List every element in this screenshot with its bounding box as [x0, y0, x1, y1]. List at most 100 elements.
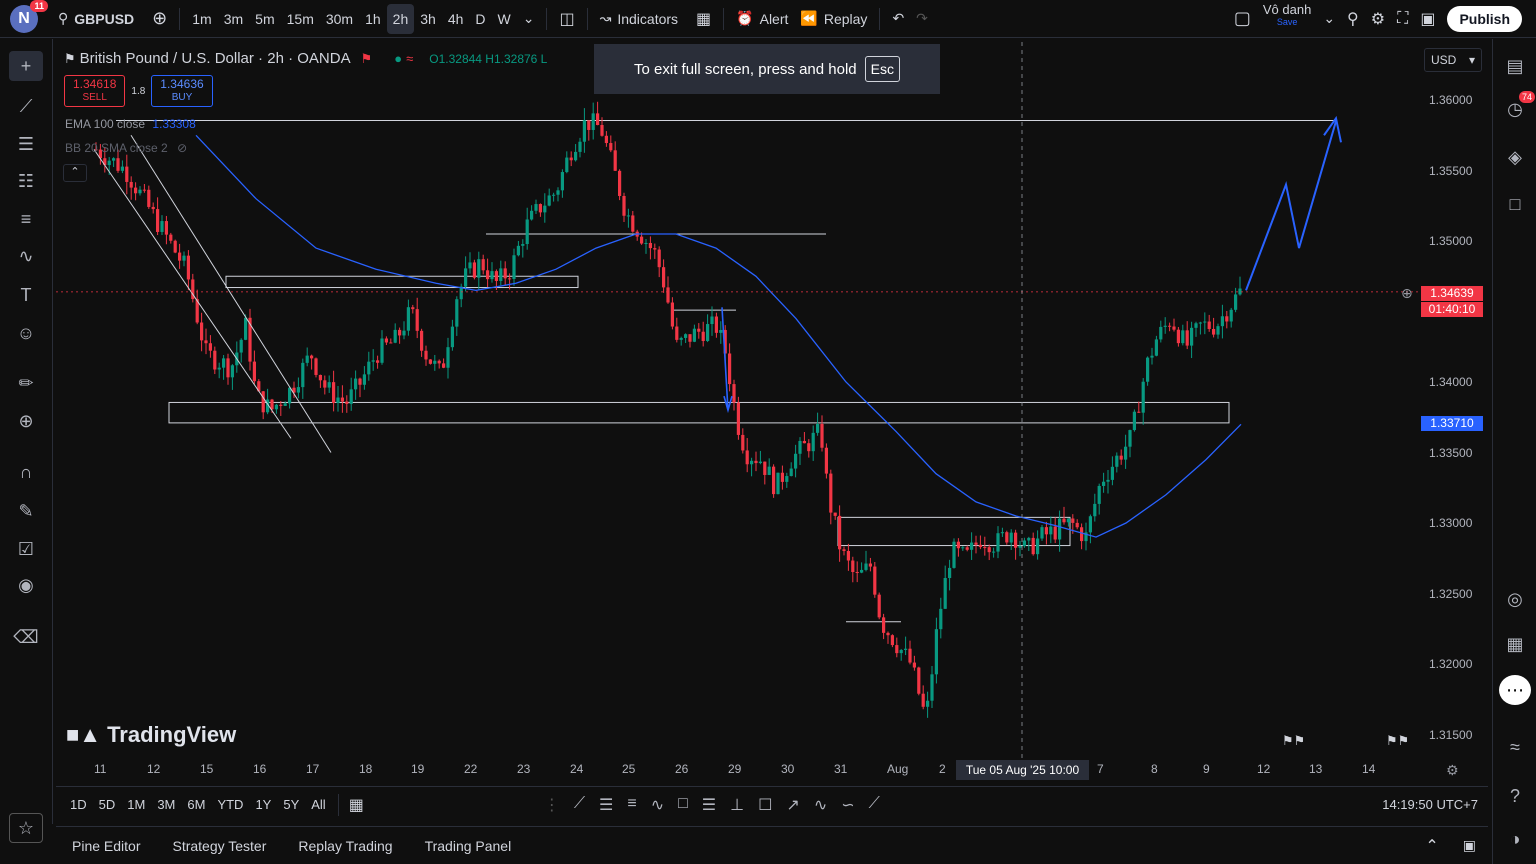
- maximize-panel-icon[interactable]: ▣: [1463, 837, 1476, 854]
- ruler-icon[interactable]: ✏: [9, 368, 43, 398]
- range-ytd[interactable]: YTD: [211, 797, 249, 812]
- settings-gear-icon[interactable]: ⚙: [1365, 4, 1391, 34]
- clock-timezone[interactable]: 14:19:50 UTC+7: [1382, 797, 1478, 812]
- symbol-search[interactable]: ⚲ GBPUSD: [52, 4, 140, 34]
- apps-grid-icon[interactable]: ⋯: [1499, 675, 1531, 705]
- chart-canvas[interactable]: [56, 42, 1488, 782]
- target-icon[interactable]: ◎: [1499, 584, 1531, 614]
- position-tool-icon[interactable]: ⊥: [730, 795, 744, 815]
- user-avatar[interactable]: N 11: [10, 0, 48, 33]
- crosshair-icon[interactable]: +: [9, 51, 43, 81]
- brush-tool-icon[interactable]: ∿: [651, 795, 664, 815]
- fullscreen-icon[interactable]: ⛶: [1391, 4, 1414, 34]
- magnet-icon[interactable]: ∩: [9, 457, 43, 487]
- rectangle-tool-icon[interactable]: □: [678, 795, 688, 815]
- publish-button[interactable]: Publish: [1441, 4, 1528, 34]
- interval-1h[interactable]: 1h: [359, 4, 387, 34]
- price-axis[interactable]: 1.360001.355001.350001.345001.340001.335…: [1421, 42, 1487, 782]
- layers-icon[interactable]: ◈: [1499, 142, 1531, 172]
- templates-grid-icon[interactable]: ▦: [690, 4, 717, 34]
- range-5d[interactable]: 5D: [93, 797, 122, 812]
- time-axis[interactable]: 11 12 15 16 17 18 19 22 23 24 25 26 29 30 31 Aug 2 7 8 9 12 1…: [56, 758, 1421, 782]
- layout-name-button[interactable]: Vô danh Save: [1257, 3, 1317, 34]
- bb-legend[interactable]: BB 20 SMA close 2 ⊘: [65, 141, 187, 155]
- alert-button[interactable]: ⏰ Alert: [730, 4, 794, 34]
- interval-3h[interactable]: 3h: [414, 4, 442, 34]
- range-5y[interactable]: 5Y: [277, 797, 305, 812]
- interval-4h[interactable]: 4h: [442, 4, 470, 34]
- calendar-icon[interactable]: ▦: [1499, 629, 1531, 659]
- quick-search-icon[interactable]: ⚲: [1341, 4, 1365, 34]
- interval-15m[interactable]: 15m: [281, 4, 320, 34]
- interval-5m[interactable]: 5m: [249, 4, 280, 34]
- hidden-eye-icon[interactable]: ⊘: [177, 141, 187, 155]
- range-1m[interactable]: 1M: [121, 797, 151, 812]
- broadcast-icon[interactable]: ≈: [1499, 732, 1531, 762]
- axis-settings-icon[interactable]: ⚙: [1446, 762, 1459, 779]
- trend-line-icon[interactable]: ⟋: [9, 91, 43, 121]
- fib-icon[interactable]: ≡: [9, 204, 43, 234]
- favorites-star-icon[interactable]: ☆: [9, 813, 43, 843]
- range-3m[interactable]: 3M: [151, 797, 181, 812]
- interval-1m[interactable]: 1m: [186, 4, 217, 34]
- range-all[interactable]: All: [305, 797, 331, 812]
- chart-type-candles-icon[interactable]: ◫: [553, 4, 580, 34]
- brush-icon[interactable]: ∿: [9, 241, 43, 271]
- panel-tab-pine-editor[interactable]: Pine Editor: [56, 838, 156, 854]
- interval-2h[interactable]: 2h: [386, 3, 415, 34]
- buy-button[interactable]: 1.34636 BUY: [151, 75, 213, 107]
- pattern-icon[interactable]: ☷: [9, 166, 43, 196]
- undo-icon[interactable]: ↶: [886, 4, 910, 34]
- text-icon[interactable]: T: [9, 280, 43, 310]
- eye-icon[interactable]: ◉: [9, 570, 43, 600]
- panel-tab-replay-trading[interactable]: Replay Trading: [282, 838, 408, 854]
- economic-event-icon[interactable]: ⚑⚑: [1282, 733, 1305, 749]
- replay-button[interactable]: ⏪ Replay: [794, 4, 873, 34]
- interval-D[interactable]: D: [469, 4, 491, 34]
- lines-tool-icon[interactable]: ☰: [702, 795, 716, 815]
- pencil-lock-icon[interactable]: ✎: [9, 496, 43, 526]
- path-tool-icon[interactable]: ∽: [841, 795, 854, 815]
- help-icon[interactable]: ?: [1499, 781, 1531, 811]
- interval-dropdown-icon[interactable]: ⌄: [517, 4, 541, 34]
- add-alert-plus-icon[interactable]: ⊕: [1401, 285, 1413, 302]
- interval-30m[interactable]: 30m: [320, 4, 359, 34]
- chat-icon[interactable]: □: [1499, 189, 1531, 219]
- compare-add-icon[interactable]: ⊕: [146, 4, 173, 34]
- watchlist-icon[interactable]: ▤: [1499, 51, 1531, 81]
- trash-icon[interactable]: ⌫: [9, 622, 43, 652]
- measure-tool-icon[interactable]: ⟋: [869, 795, 880, 815]
- arrow-tool-icon[interactable]: ↗: [786, 795, 799, 815]
- callout-tool-icon[interactable]: ☐: [758, 795, 772, 815]
- panel-tab-trading-panel[interactable]: Trading Panel: [409, 838, 528, 854]
- drag-handle-icon[interactable]: ⋮: [544, 795, 560, 815]
- collapse-legend-icon[interactable]: ⌃: [63, 164, 87, 182]
- horizontal-lines-icon[interactable]: ☰: [9, 129, 43, 159]
- chart-pane[interactable]: ⚑ British Pound / U.S. Dollar · 2h · OAN…: [56, 42, 1488, 782]
- interval-W[interactable]: W: [492, 4, 517, 34]
- range-1d[interactable]: 1D: [64, 797, 93, 812]
- emoji-icon[interactable]: ☺: [9, 318, 43, 348]
- layout-square-icon[interactable]: ▢: [1228, 4, 1257, 34]
- economic-event-icon[interactable]: ⚑⚑: [1386, 733, 1409, 749]
- alerts-clock-icon[interactable]: ◷ 74: [1499, 91, 1535, 124]
- layout-dropdown-icon[interactable]: ⌄: [1317, 4, 1341, 34]
- elliott-wave-icon[interactable]: ∿: [814, 795, 827, 815]
- interval-3m[interactable]: 3m: [218, 4, 249, 34]
- indicators-button[interactable]: ↝ Indicators: [594, 4, 684, 34]
- line-tool-icon[interactable]: ⟋: [574, 795, 585, 815]
- fib-tool-icon[interactable]: ≡: [627, 795, 636, 815]
- tradingview-watermark[interactable]: ■▲ TradingView: [66, 722, 236, 748]
- camera-icon[interactable]: ▣: [1414, 4, 1441, 34]
- notifications-icon[interactable]: ◑: [1499, 824, 1531, 854]
- redo-icon[interactable]: ↷: [910, 4, 934, 34]
- parallel-channel-icon[interactable]: ☰: [599, 795, 613, 815]
- panel-tab-strategy-tester[interactable]: Strategy Tester: [156, 838, 282, 854]
- goto-date-icon[interactable]: ▦: [349, 795, 364, 815]
- range-6m[interactable]: 6M: [181, 797, 211, 812]
- currency-select[interactable]: USD ▾: [1424, 48, 1482, 72]
- range-1y[interactable]: 1Y: [249, 797, 277, 812]
- collapse-panel-icon[interactable]: ⌃: [1425, 836, 1438, 856]
- lock-icon[interactable]: ☑: [9, 534, 43, 564]
- sell-button[interactable]: 1.34618 SELL: [64, 75, 126, 107]
